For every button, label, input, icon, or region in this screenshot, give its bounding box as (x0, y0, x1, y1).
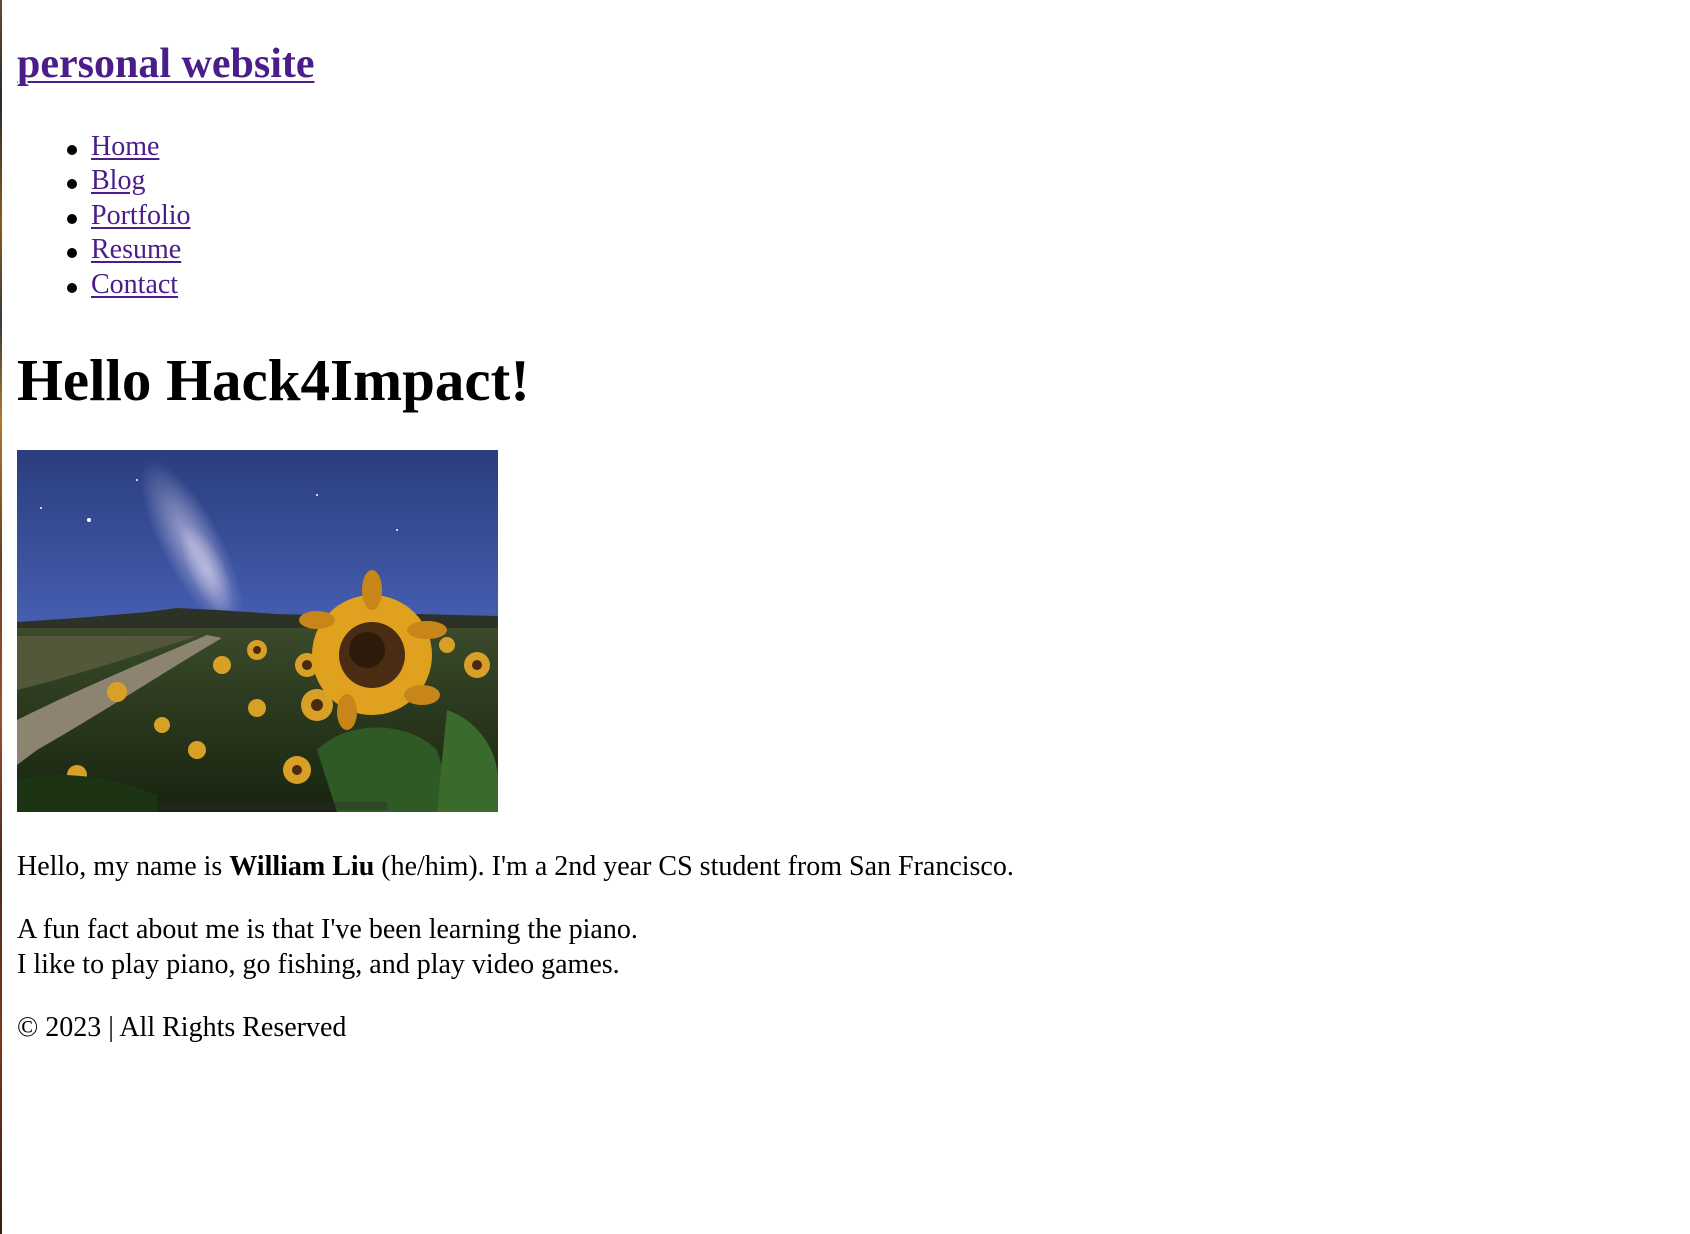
nav-item-blog: Blog (67, 164, 1690, 198)
page-heading: Hello Hack4Impact! (17, 346, 530, 413)
site-title: personal website (17, 40, 1690, 88)
author-name: William Liu (229, 850, 375, 882)
footer-copyright: © 2023 | All Rights Reserved (17, 1012, 347, 1044)
left-edge-strip (0, 0, 2, 1234)
hobbies-text: I like to play piano, go fishing, and pl… (17, 948, 620, 980)
nav-link-blog[interactable]: Blog (91, 165, 145, 196)
nav-link-portfolio[interactable]: Portfolio (91, 200, 191, 231)
nav-item-portfolio: Portfolio (67, 199, 1690, 233)
nav-link-home[interactable]: Home (91, 131, 159, 162)
site-title-link[interactable]: personal website (17, 41, 315, 87)
intro-text-after: (he/him). I'm a 2nd year CS student from… (374, 850, 1014, 882)
nav-list: Home Blog Portfolio Resume Contact (17, 130, 1690, 302)
intro-text-before: Hello, my name is (17, 850, 230, 882)
nav-item-contact: Contact (67, 268, 1690, 302)
nav-link-resume[interactable]: Resume (91, 234, 181, 265)
page-content: personal website Home Blog Portfolio Res… (17, 0, 1690, 1046)
about-paragraph: A fun fact about me is that I've been le… (17, 913, 1690, 982)
fun-fact-text: A fun fact about me is that I've been le… (17, 914, 638, 946)
nav-item-home: Home (67, 130, 1690, 164)
intro-paragraph: Hello, my name is William Liu (he/him). … (17, 850, 1690, 885)
nav-link-contact[interactable]: Contact (91, 269, 178, 300)
sunflower-photo (17, 449, 498, 812)
nav-item-resume: Resume (67, 233, 1690, 267)
